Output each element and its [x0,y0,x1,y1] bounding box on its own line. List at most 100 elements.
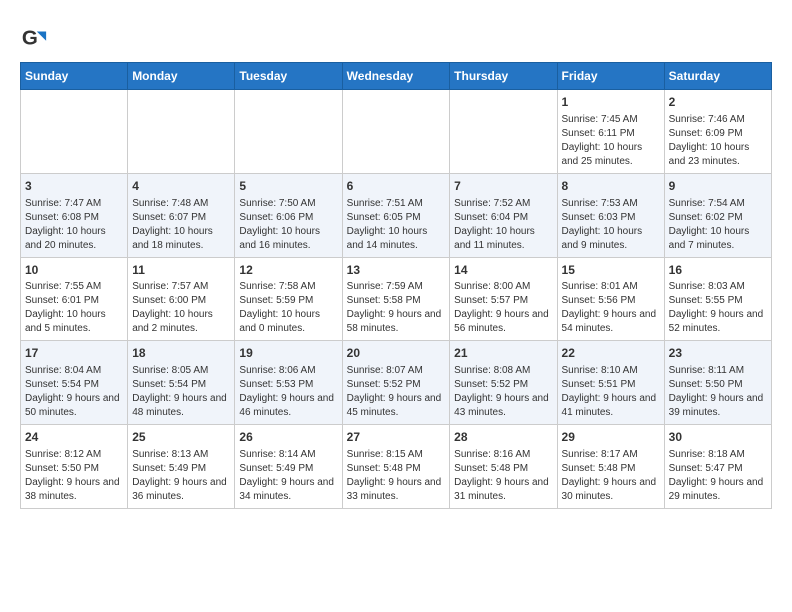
calendar-cell [21,90,128,174]
day-header-monday: Monday [128,63,235,90]
week-row-3: 10Sunrise: 7:55 AM Sunset: 6:01 PM Dayli… [21,257,772,341]
day-number: 3 [25,178,123,195]
calendar-cell [235,90,342,174]
calendar-cell: 1 Sunrise: 7:45 AM Sunset: 6:11 PM Daylig… [557,90,664,174]
week-row-1: 1 Sunrise: 7:45 AM Sunset: 6:11 PM Daylig… [21,90,772,174]
day-number: 29 [562,429,660,446]
day-header-sunday: Sunday [21,63,128,90]
day-content: Sunrise: 8:07 AM Sunset: 5:52 PM Dayligh… [347,364,446,420]
day-content: Sunrise: 8:01 AM Sunset: 5:56 PM Dayligh… [562,280,660,336]
day-number: 16 [669,262,767,279]
day-content: Sunrise: 8:13 AM Sunset: 5:49 PM Dayligh… [132,448,230,504]
day-number: 22 [562,345,660,362]
day-content: Sunrise: 8:11 AM Sunset: 5:50 PM Dayligh… [669,364,767,420]
day-content: Sunrise: 8:17 AM Sunset: 5:48 PM Dayligh… [562,448,660,504]
day-content: Sunrise: 8:15 AM Sunset: 5:48 PM Dayligh… [347,448,446,504]
day-content: Sunrise: 7:57 AM Sunset: 6:00 PM Dayligh… [132,280,230,336]
week-row-5: 24 Sunrise: 8:12 AM Sunset: 5:50 PM Dayli… [21,425,772,509]
calendar-cell: 14Sunrise: 8:00 AM Sunset: 5:57 PM Dayli… [450,257,557,341]
day-number: 10 [25,262,123,279]
calendar-cell: 23 Sunrise: 8:11 AM Sunset: 5:50 PM Dayli… [664,341,771,425]
day-content: Sunrise: 7:59 AM Sunset: 5:58 PM Dayligh… [347,280,446,336]
calendar-cell: 18 Sunrise: 8:05 AM Sunset: 5:54 PM Dayli… [128,341,235,425]
calendar-cell: 11Sunrise: 7:57 AM Sunset: 6:00 PM Dayli… [128,257,235,341]
day-content: Sunrise: 8:10 AM Sunset: 5:51 PM Dayligh… [562,364,660,420]
day-header-tuesday: Tuesday [235,63,342,90]
calendar-cell: 3 Sunrise: 7:47 AM Sunset: 6:08 PM Daylig… [21,173,128,257]
day-number: 19 [239,345,337,362]
calendar-cell [342,90,450,174]
day-number: 24 [25,429,123,446]
calendar-cell: 5Sunrise: 7:50 AM Sunset: 6:06 PM Daylig… [235,173,342,257]
day-number: 6 [347,178,446,195]
calendar-cell [450,90,557,174]
day-header-thursday: Thursday [450,63,557,90]
calendar-cell: 13Sunrise: 7:59 AM Sunset: 5:58 PM Dayli… [342,257,450,341]
day-content: Sunrise: 8:18 AM Sunset: 5:47 PM Dayligh… [669,448,767,504]
day-content: Sunrise: 7:46 AM Sunset: 6:09 PM Dayligh… [669,113,767,169]
logo-icon: G [20,24,48,52]
day-header-wednesday: Wednesday [342,63,450,90]
calendar-cell [128,90,235,174]
calendar-cell: 20 Sunrise: 8:07 AM Sunset: 5:52 PM Dayli… [342,341,450,425]
day-content: Sunrise: 8:00 AM Sunset: 5:57 PM Dayligh… [454,280,552,336]
day-content: Sunrise: 7:54 AM Sunset: 6:02 PM Dayligh… [669,197,767,253]
calendar-cell: 12Sunrise: 7:58 AM Sunset: 5:59 PM Dayli… [235,257,342,341]
calendar-cell: 26Sunrise: 8:14 AM Sunset: 5:49 PM Dayli… [235,425,342,509]
day-content: Sunrise: 8:08 AM Sunset: 5:52 PM Dayligh… [454,364,552,420]
day-content: Sunrise: 8:06 AM Sunset: 5:53 PM Dayligh… [239,364,337,420]
day-content: Sunrise: 7:45 AM Sunset: 6:11 PM Dayligh… [562,113,660,169]
calendar-cell: 4 Sunrise: 7:48 AM Sunset: 6:07 PM Daylig… [128,173,235,257]
day-content: Sunrise: 7:47 AM Sunset: 6:08 PM Dayligh… [25,197,123,253]
calendar-cell: 17 Sunrise: 8:04 AM Sunset: 5:54 PM Dayli… [21,341,128,425]
calendar-cell: 19 Sunrise: 8:06 AM Sunset: 5:53 PM Dayli… [235,341,342,425]
day-content: Sunrise: 8:16 AM Sunset: 5:48 PM Dayligh… [454,448,552,504]
calendar-cell: 27 Sunrise: 8:15 AM Sunset: 5:48 PM Dayli… [342,425,450,509]
day-content: Sunrise: 8:05 AM Sunset: 5:54 PM Dayligh… [132,364,230,420]
day-number: 18 [132,345,230,362]
calendar-cell: 22 Sunrise: 8:10 AM Sunset: 5:51 PM Dayli… [557,341,664,425]
day-number: 25 [132,429,230,446]
day-number: 15 [562,262,660,279]
day-number: 20 [347,345,446,362]
calendar-cell: 24 Sunrise: 8:12 AM Sunset: 5:50 PM Dayli… [21,425,128,509]
calendar-cell: 25 Sunrise: 8:13 AM Sunset: 5:49 PM Dayli… [128,425,235,509]
day-content: Sunrise: 7:48 AM Sunset: 6:07 PM Dayligh… [132,197,230,253]
day-header-friday: Friday [557,63,664,90]
calendar-cell: 30Sunrise: 8:18 AM Sunset: 5:47 PM Dayli… [664,425,771,509]
day-number: 21 [454,345,552,362]
day-number: 23 [669,345,767,362]
day-content: Sunrise: 8:03 AM Sunset: 5:55 PM Dayligh… [669,280,767,336]
svg-text:G: G [22,27,38,50]
day-number: 27 [347,429,446,446]
day-number: 13 [347,262,446,279]
week-row-4: 17 Sunrise: 8:04 AM Sunset: 5:54 PM Dayli… [21,341,772,425]
day-number: 2 [669,94,767,111]
day-content: Sunrise: 7:52 AM Sunset: 6:04 PM Dayligh… [454,197,552,253]
calendar-cell: 2 Sunrise: 7:46 AM Sunset: 6:09 PM Daylig… [664,90,771,174]
day-number: 4 [132,178,230,195]
calendar-cell: 8Sunrise: 7:53 AM Sunset: 6:03 PM Daylig… [557,173,664,257]
calendar-cell: 10Sunrise: 7:55 AM Sunset: 6:01 PM Dayli… [21,257,128,341]
day-content: Sunrise: 7:55 AM Sunset: 6:01 PM Dayligh… [25,280,123,336]
calendar-cell: 16Sunrise: 8:03 AM Sunset: 5:55 PM Dayli… [664,257,771,341]
calendar-cell: 9 Sunrise: 7:54 AM Sunset: 6:02 PM Daylig… [664,173,771,257]
day-number: 17 [25,345,123,362]
day-number: 1 [562,94,660,111]
day-content: Sunrise: 8:04 AM Sunset: 5:54 PM Dayligh… [25,364,123,420]
calendar-cell: 28 Sunrise: 8:16 AM Sunset: 5:48 PM Dayli… [450,425,557,509]
calendar-cell: 7 Sunrise: 7:52 AM Sunset: 6:04 PM Daylig… [450,173,557,257]
day-content: Sunrise: 7:58 AM Sunset: 5:59 PM Dayligh… [239,280,337,336]
day-content: Sunrise: 8:12 AM Sunset: 5:50 PM Dayligh… [25,448,123,504]
day-content: Sunrise: 7:53 AM Sunset: 6:03 PM Dayligh… [562,197,660,253]
day-number: 12 [239,262,337,279]
day-number: 5 [239,178,337,195]
calendar-cell: 21 Sunrise: 8:08 AM Sunset: 5:52 PM Dayli… [450,341,557,425]
day-number: 7 [454,178,552,195]
calendar-cell: 6Sunrise: 7:51 AM Sunset: 6:05 PM Daylig… [342,173,450,257]
day-number: 9 [669,178,767,195]
day-number: 28 [454,429,552,446]
calendar-cell: 15Sunrise: 8:01 AM Sunset: 5:56 PM Dayli… [557,257,664,341]
day-header-saturday: Saturday [664,63,771,90]
week-row-2: 3 Sunrise: 7:47 AM Sunset: 6:08 PM Daylig… [21,173,772,257]
